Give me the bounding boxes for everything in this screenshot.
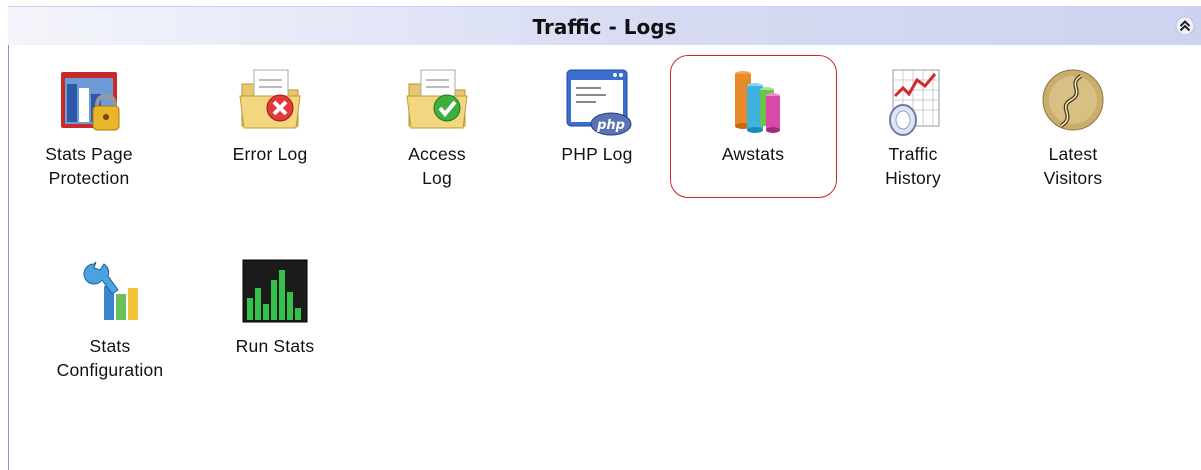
stats-configuration-icon <box>83 261 138 320</box>
stats-configuration-link[interactable]: Stats Configuration <box>35 258 185 382</box>
double-chevron-up-icon[interactable] <box>1175 16 1195 36</box>
error-log-label: Error Log <box>232 144 308 164</box>
latest-visitors-label: Latest Visitors <box>1043 144 1103 188</box>
latest-visitors-link[interactable]: Latest Visitors <box>998 66 1148 190</box>
access-log-link[interactable]: Access Log <box>362 66 512 190</box>
traffic-history-icon <box>889 69 940 136</box>
panel-title: Traffic - Logs <box>532 15 677 39</box>
php-log-label: PHP Log <box>561 144 633 164</box>
access-log-label: Access Log <box>408 144 466 188</box>
traffic-history-link[interactable]: Traffic History <box>838 66 988 190</box>
error-log-link[interactable]: Error Log <box>195 66 345 166</box>
traffic-history-label: Traffic History <box>885 144 941 188</box>
panel-header: Traffic - Logs <box>8 6 1201 45</box>
error-log-icon <box>239 69 301 129</box>
awstats-label: Awstats <box>721 144 785 164</box>
stats-page-protection-link[interactable]: Stats Page Protection <box>14 66 164 190</box>
run-stats-icon <box>242 259 308 323</box>
latest-visitors-icon <box>1042 69 1104 131</box>
svg-text:php: php <box>596 118 625 133</box>
php-log-icon: php <box>566 69 632 136</box>
access-log-icon <box>406 69 468 129</box>
panel-left-border <box>8 10 9 470</box>
awstats-icon <box>735 71 780 133</box>
stats-configuration-label: Stats Configuration <box>56 336 164 380</box>
php-log-link[interactable]: php PHP Log <box>522 66 672 166</box>
awstats-link[interactable]: Awstats <box>678 66 828 166</box>
traffic-logs-panel: Traffic - Logs Stats Page Protection Err… <box>0 0 1201 470</box>
run-stats-link[interactable]: Run Stats <box>200 258 350 358</box>
stats-page-protection-label: Stats Page Protection <box>45 144 133 188</box>
run-stats-label: Run Stats <box>235 336 315 356</box>
stats-page-protection-icon <box>61 72 120 131</box>
